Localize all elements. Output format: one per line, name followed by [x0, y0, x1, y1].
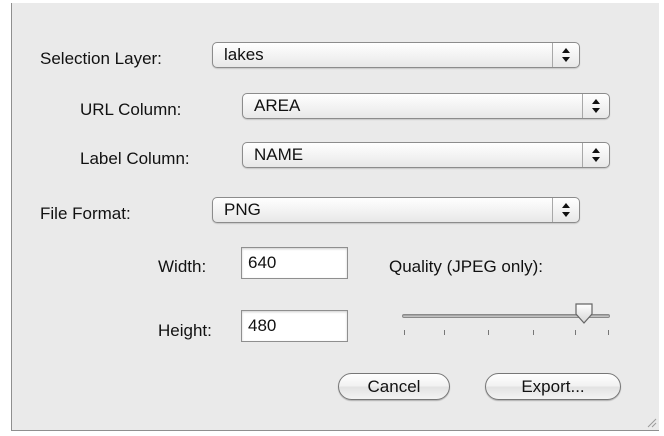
- quality-slider[interactable]: [394, 298, 618, 348]
- export-button[interactable]: Export...: [485, 373, 621, 400]
- popup-arrows-icon: [582, 143, 609, 167]
- slider-tick: [608, 330, 609, 335]
- export-dialog: Selection Layer: lakes URL Column: AREA …: [11, 3, 659, 431]
- slider-tick: [575, 330, 576, 335]
- quality-label: Quality (JPEG only):: [389, 257, 543, 276]
- slider-tick: [444, 330, 445, 335]
- label-column-value: NAME: [254, 145, 304, 164]
- slider-tick: [404, 330, 405, 335]
- url-column-popup[interactable]: AREA: [242, 93, 610, 119]
- popup-arrows-icon: [552, 198, 579, 222]
- popup-arrows-icon: [552, 43, 579, 67]
- cancel-button[interactable]: Cancel: [338, 373, 450, 400]
- width-label: Width:: [158, 257, 207, 276]
- label-column-label: Label Column:: [80, 149, 190, 168]
- file-format-value: PNG: [224, 200, 261, 219]
- url-column-value: AREA: [254, 96, 301, 115]
- slider-tick: [533, 330, 534, 335]
- height-label: Height:: [158, 321, 212, 340]
- selection-layer-value: lakes: [224, 45, 264, 64]
- resize-grip-icon[interactable]: [645, 416, 657, 428]
- popup-arrows-icon: [582, 94, 609, 118]
- width-field[interactable]: 640: [241, 247, 348, 279]
- selection-layer-label: Selection Layer:: [40, 49, 162, 68]
- selection-layer-popup[interactable]: lakes: [212, 42, 580, 68]
- file-format-label: File Format:: [40, 204, 131, 223]
- slider-knob-icon[interactable]: [574, 302, 594, 326]
- url-column-label: URL Column:: [80, 100, 182, 119]
- label-column-popup[interactable]: NAME: [242, 142, 610, 168]
- file-format-popup[interactable]: PNG: [212, 197, 580, 223]
- slider-tick: [488, 330, 489, 335]
- height-field[interactable]: 480: [241, 310, 348, 342]
